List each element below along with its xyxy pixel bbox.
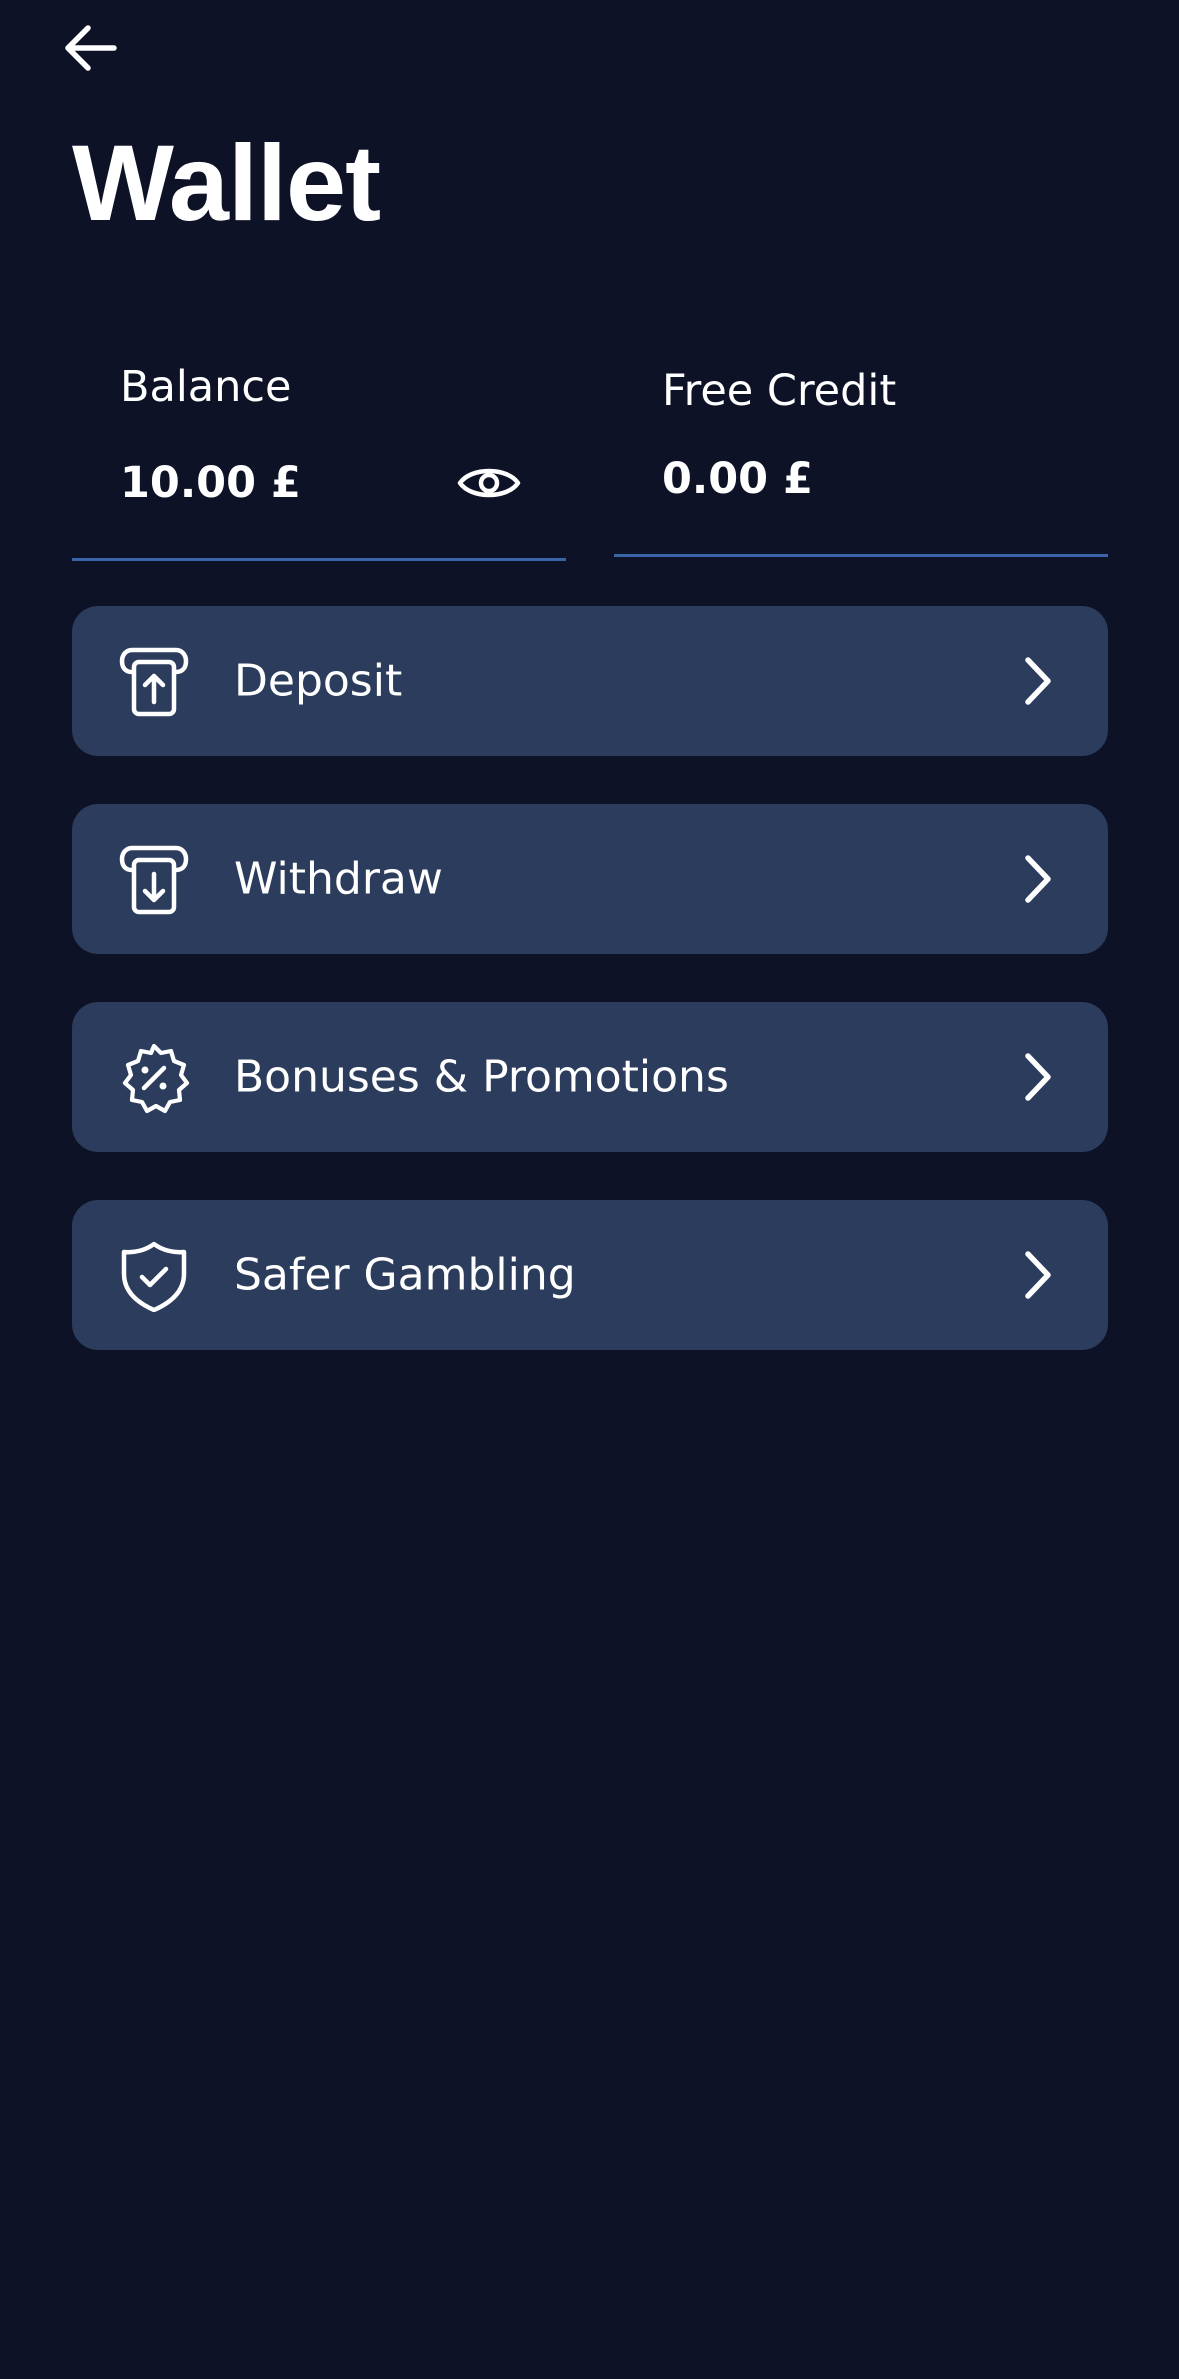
bonuses-promotions-label: Bonuses & Promotions — [234, 1051, 729, 1103]
wallet-screen: Wallet Balance 10.00 £ Free Credit 0.00 … — [0, 0, 1179, 2379]
chevron-right-icon — [1018, 651, 1058, 711]
page-title: Wallet — [72, 122, 381, 243]
wallet-menu: Deposit Withdraw Bonuses & Promotions Sa… — [72, 606, 1108, 1398]
chevron-right-icon — [1018, 1245, 1058, 1305]
balance-label: Balance — [120, 362, 292, 412]
eye-icon — [457, 468, 521, 498]
shield-check-icon — [116, 1238, 192, 1314]
withdraw-button[interactable]: Withdraw — [72, 804, 1108, 954]
back-button[interactable] — [62, 20, 134, 76]
arrow-left-icon — [65, 25, 117, 71]
balance-value: 10.00 £ — [120, 458, 301, 508]
withdraw-icon — [116, 842, 192, 918]
deposit-button[interactable]: Deposit — [72, 606, 1108, 756]
free-credit-value: 0.00 £ — [662, 454, 813, 504]
bonuses-promotions-button[interactable]: Bonuses & Promotions — [72, 1002, 1108, 1152]
safer-gambling-button[interactable]: Safer Gambling — [72, 1200, 1108, 1350]
withdraw-label: Withdraw — [234, 853, 443, 905]
deposit-icon — [116, 644, 192, 720]
percent-badge-icon — [116, 1040, 192, 1116]
free-credit-label: Free Credit — [662, 366, 897, 416]
toggle-balance-visibility-button[interactable] — [452, 458, 526, 508]
chevron-right-icon — [1018, 1047, 1058, 1107]
free-credit-card: Free Credit 0.00 £ — [614, 340, 1108, 557]
deposit-label: Deposit — [234, 655, 403, 707]
safer-gambling-label: Safer Gambling — [234, 1249, 576, 1301]
chevron-right-icon — [1018, 849, 1058, 909]
balance-card: Balance 10.00 £ — [72, 340, 566, 561]
